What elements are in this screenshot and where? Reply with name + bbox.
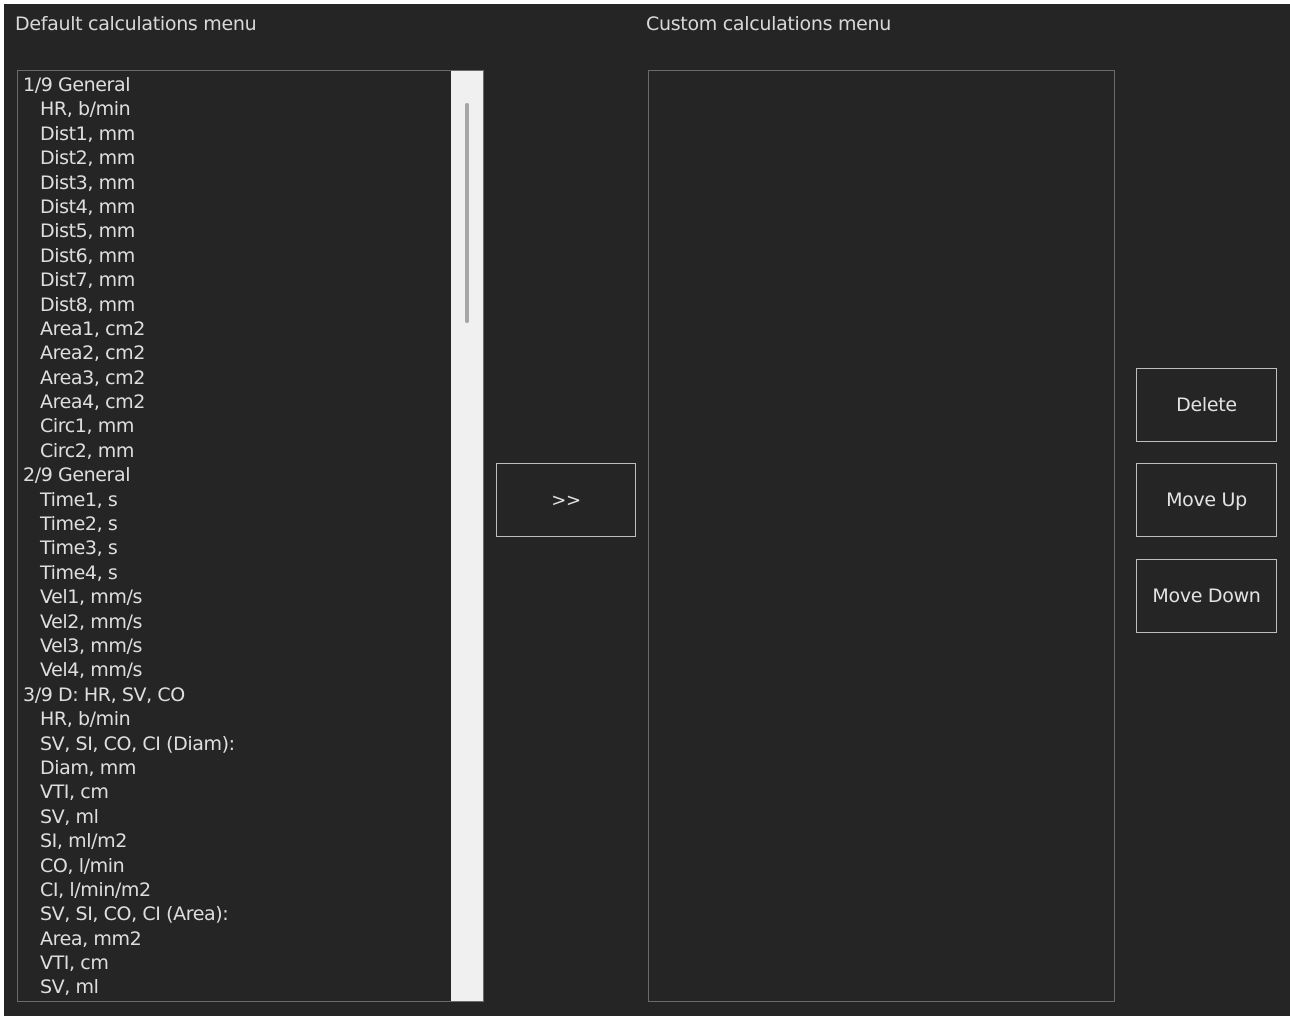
list-item[interactable]: Dist3, mm bbox=[18, 171, 450, 195]
add-to-custom-button[interactable]: >> bbox=[496, 463, 636, 537]
list-item[interactable]: Vel2, mm/s bbox=[18, 610, 450, 634]
list-item[interactable]: CI, l/min/m2 bbox=[18, 878, 450, 902]
list-item[interactable]: Vel1, mm/s bbox=[18, 585, 450, 609]
list-item[interactable]: Area3, cm2 bbox=[18, 366, 450, 390]
list-item[interactable]: Vel3, mm/s bbox=[18, 634, 450, 658]
delete-button[interactable]: Delete bbox=[1136, 368, 1277, 442]
list-item[interactable]: Time1, s bbox=[18, 488, 450, 512]
list-item[interactable]: VTI, cm bbox=[18, 951, 450, 975]
default-menu-caption: Default calculations menu bbox=[15, 13, 257, 35]
list-item[interactable]: Time4, s bbox=[18, 561, 450, 585]
list-item[interactable]: Dist4, mm bbox=[18, 195, 450, 219]
list-item[interactable]: Dist7, mm bbox=[18, 268, 450, 292]
list-item[interactable]: SV, SI, CO, CI (Diam): bbox=[18, 732, 450, 756]
list-item[interactable]: SV, ml bbox=[18, 975, 450, 999]
list-item[interactable]: Area2, cm2 bbox=[18, 341, 450, 365]
vertical-scrollbar[interactable] bbox=[451, 71, 483, 1001]
list-group-header[interactable]: 1/9 General bbox=[18, 73, 450, 97]
list-group-header[interactable]: 2/9 General bbox=[18, 463, 450, 487]
scrollbar-thumb[interactable] bbox=[465, 103, 469, 323]
default-calculations-items: 1/9 General HR, b/min Dist1, mm Dist2, mm Di… bbox=[18, 73, 450, 1000]
list-item[interactable]: SV, SI, CO, CI (Area): bbox=[18, 902, 450, 926]
calculations-menu-editor: Default calculations menu Custom calcula… bbox=[4, 4, 1290, 1016]
list-item[interactable]: Dist8, mm bbox=[18, 293, 450, 317]
list-item[interactable]: SI, ml/m2 bbox=[18, 829, 450, 853]
move-up-button[interactable]: Move Up bbox=[1136, 463, 1277, 537]
list-item[interactable]: Vel4, mm/s bbox=[18, 658, 450, 682]
default-calculations-list[interactable]: 1/9 General HR, b/min Dist1, mm Dist2, mm Di… bbox=[17, 70, 484, 1002]
list-item[interactable]: CO, l/min bbox=[18, 854, 450, 878]
list-item[interactable]: Time2, s bbox=[18, 512, 450, 536]
list-item[interactable]: VTI, cm bbox=[18, 780, 450, 804]
list-item[interactable]: Dist5, mm bbox=[18, 219, 450, 243]
list-item[interactable]: HR, b/min bbox=[18, 707, 450, 731]
list-group-header[interactable]: 3/9 D: HR, SV, CO bbox=[18, 683, 450, 707]
list-item[interactable]: Dist6, mm bbox=[18, 244, 450, 268]
list-item[interactable]: Area, mm2 bbox=[18, 927, 450, 951]
list-item[interactable]: SV, ml bbox=[18, 805, 450, 829]
list-item[interactable]: Diam, mm bbox=[18, 756, 450, 780]
custom-menu-caption: Custom calculations menu bbox=[646, 13, 892, 35]
list-item[interactable]: Dist1, mm bbox=[18, 122, 450, 146]
list-item[interactable]: Area4, cm2 bbox=[18, 390, 450, 414]
custom-calculations-list[interactable] bbox=[648, 70, 1115, 1002]
list-item[interactable]: Time3, s bbox=[18, 536, 450, 560]
list-item[interactable]: Circ2, mm bbox=[18, 439, 450, 463]
move-down-button[interactable]: Move Down bbox=[1136, 559, 1277, 633]
list-item[interactable]: Dist2, mm bbox=[18, 146, 450, 170]
list-item[interactable]: Area1, cm2 bbox=[18, 317, 450, 341]
list-item[interactable]: HR, b/min bbox=[18, 97, 450, 121]
list-item[interactable]: Circ1, mm bbox=[18, 414, 450, 438]
